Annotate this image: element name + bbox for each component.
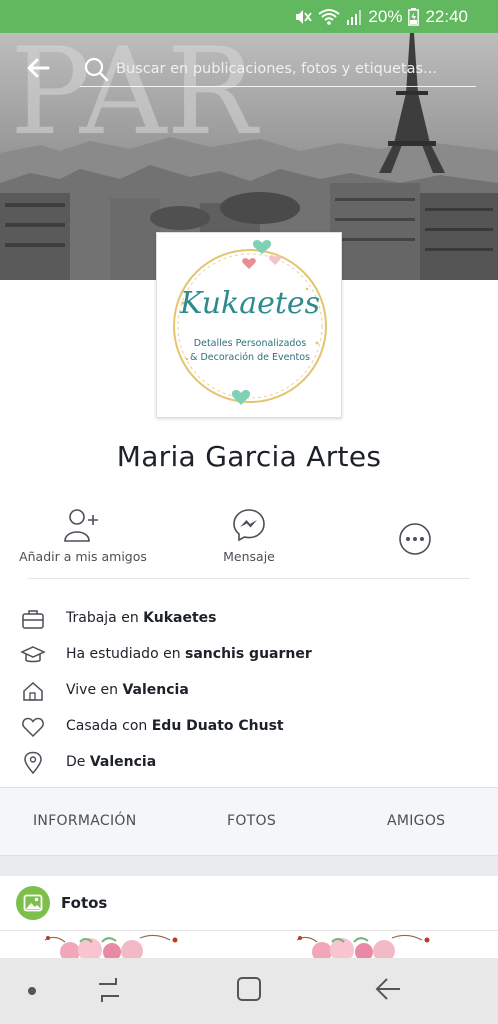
info-lives-text: Vive en Valencia: [66, 682, 189, 698]
message-label: Mensaje: [223, 549, 275, 564]
search-icon: [84, 57, 109, 81]
profile-tabs: INFORMACIÓN FOTOS AMIGOS: [0, 787, 498, 856]
info-from-link[interactable]: Valencia: [90, 754, 156, 770]
photo-icon: [16, 886, 50, 920]
battery-percent: 20%: [368, 6, 403, 26]
logo-tagline-1: Detalles Personalizados: [194, 338, 306, 349]
info-relationship-link[interactable]: Edu Duato Chust: [152, 718, 284, 734]
info-lives-link[interactable]: Valencia: [122, 682, 188, 698]
logo-brand-text: Kukaetes: [179, 286, 320, 321]
search-bar[interactable]: [80, 51, 476, 87]
back-icon[interactable]: [374, 976, 402, 1002]
home-icon: [23, 681, 43, 701]
status-bar: 20% 22:40: [0, 0, 498, 33]
system-nav-bar: [0, 958, 498, 1024]
tab-fotos[interactable]: FOTOS: [227, 813, 276, 829]
photo-thumbnail[interactable]: [292, 932, 442, 960]
top-bar: [0, 33, 498, 103]
info-work-text: Trabaja en Kukaetes: [66, 610, 217, 626]
info-relationship[interactable]: Casada con Edu Duato Chust: [0, 708, 498, 744]
logo-tagline-2: & Decoración de Eventos: [190, 352, 310, 363]
photos-header[interactable]: Fotos: [16, 886, 107, 920]
tab-informacion[interactable]: INFORMACIÓN: [33, 813, 137, 829]
photo-thumbnail[interactable]: [40, 932, 190, 960]
wifi-icon: [318, 8, 341, 25]
search-input[interactable]: [116, 60, 471, 77]
more-icon: [399, 523, 431, 555]
back-button[interactable]: [20, 51, 56, 85]
home-square-icon[interactable]: [236, 976, 262, 1002]
more-button[interactable]: [340, 505, 490, 559]
recent-apps-icon[interactable]: [96, 976, 122, 1004]
heart-icon: [22, 717, 44, 738]
signal-icon: [347, 9, 362, 25]
section-gap: [0, 856, 498, 876]
profile-info-list: Trabaja en Kukaetes Ha estudiado en sanc…: [0, 600, 498, 780]
info-education-link[interactable]: sanchis guarner: [185, 646, 312, 662]
battery-icon: [408, 7, 420, 26]
divider: [28, 578, 470, 579]
kukaetes-logo: Kukaetes Detalles Personalizados & Decor…: [173, 240, 327, 405]
dot-icon[interactable]: [27, 986, 37, 996]
messenger-icon: [233, 509, 265, 542]
info-work[interactable]: Trabaja en Kukaetes: [0, 600, 498, 636]
graduation-cap-icon: [20, 646, 46, 663]
profile-name: Maria Garcia Artes: [116, 440, 382, 473]
message-button[interactable]: Mensaje: [174, 505, 324, 564]
add-friend-icon: [64, 509, 98, 542]
clock: 22:40: [425, 6, 468, 26]
briefcase-icon: [22, 610, 44, 629]
info-from[interactable]: De Valencia: [0, 744, 498, 780]
info-relationship-text: Casada con Edu Duato Chust: [66, 718, 284, 734]
info-lives[interactable]: Vive en Valencia: [0, 672, 498, 708]
divider: [0, 930, 498, 931]
tab-amigos[interactable]: AMIGOS: [387, 813, 445, 829]
info-education[interactable]: Ha estudiado en sanchis guarner: [0, 636, 498, 672]
info-education-text: Ha estudiado en sanchis guarner: [66, 646, 312, 662]
info-work-link[interactable]: Kukaetes: [143, 610, 216, 626]
info-from-text: De Valencia: [66, 754, 157, 770]
profile-actions: Añadir a mis amigos Mensaje: [0, 505, 498, 575]
add-friend-label: Añadir a mis amigos: [19, 549, 147, 564]
location-pin-icon: [24, 751, 42, 775]
add-friend-button[interactable]: Añadir a mis amigos: [8, 505, 158, 564]
mute-icon: [296, 9, 313, 24]
photos-section: Fotos: [0, 876, 498, 960]
photos-title: Fotos: [61, 894, 108, 912]
profile-picture[interactable]: Kukaetes Detalles Personalizados & Decor…: [156, 232, 342, 418]
arrow-left-icon: [27, 58, 50, 78]
